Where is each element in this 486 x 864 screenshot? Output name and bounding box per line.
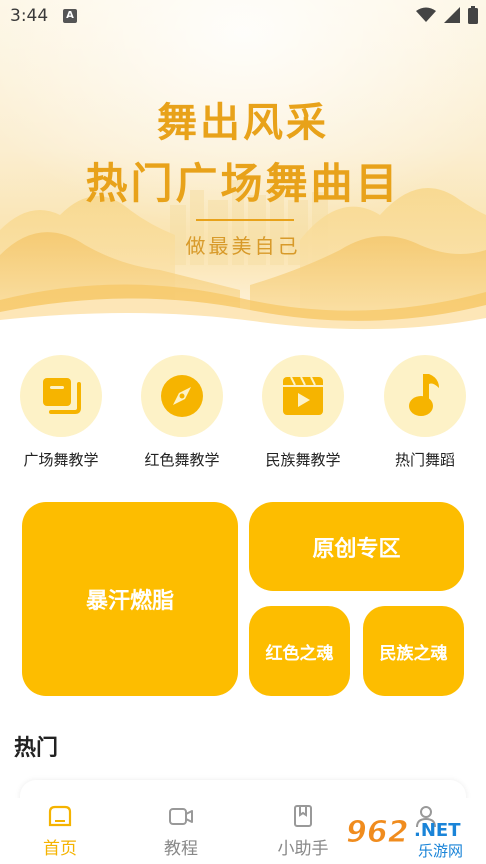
status-time: 3:44 — [10, 6, 49, 26]
app-screen: 舞出风采 热门广场舞曲目 做最美自己 3:44 A 广场舞教学 红色舞教学 民族… — [0, 0, 486, 864]
compass-icon — [161, 375, 203, 417]
nav-label-home: 首页 — [43, 839, 77, 859]
category-square-dance[interactable]: 广场舞教学 — [6, 355, 116, 470]
category-icon-circle — [141, 355, 223, 437]
category-label: 红色舞教学 — [144, 451, 220, 469]
nav-label-tutorial: 教程 — [164, 839, 198, 859]
category-ethnic-dance[interactable]: 民族舞教学 — [248, 355, 358, 470]
svg-text:乐游网: 乐游网 — [418, 842, 463, 860]
svg-text:962: 962 — [346, 815, 409, 850]
nav-assistant[interactable]: 小助手 — [263, 804, 343, 859]
nav-home[interactable]: 首页 — [20, 804, 100, 859]
home-icon — [48, 805, 72, 827]
banner-title-line2: 热门广场舞曲目 — [85, 159, 401, 208]
bookmark-icon — [294, 805, 312, 827]
banner-title-line1: 舞出风采 — [157, 100, 329, 146]
category-hot-dance[interactable]: 热门舞蹈 — [370, 355, 480, 470]
category-label: 民族舞教学 — [265, 451, 341, 469]
nav-label-assistant: 小助手 — [277, 839, 329, 859]
category-label: 热门舞蹈 — [394, 451, 455, 469]
banner-subtitle: 做最美自己 — [185, 234, 301, 258]
hero-banner[interactable]: 舞出风采 热门广场舞曲目 做最美自己 — [0, 0, 486, 330]
category-icon-circle — [262, 355, 344, 437]
svg-text:.NET: .NET — [414, 820, 461, 841]
copy-icon — [43, 378, 81, 414]
status-bar: 3:44 A — [0, 0, 486, 34]
category-icon-circle — [20, 355, 102, 437]
notification-icon: A — [63, 9, 77, 23]
site-watermark-logo: 962 .NET 乐游网 — [346, 815, 464, 861]
category-icon-circle — [384, 355, 466, 437]
tile-red-soul[interactable]: 红色之魂 — [249, 606, 350, 696]
category-label: 广场舞教学 — [23, 451, 99, 469]
category-row: 广场舞教学 红色舞教学 民族舞教学 热门舞蹈 — [0, 355, 486, 475]
nav-tutorial[interactable]: 教程 — [141, 804, 221, 859]
battery-icon — [468, 6, 478, 24]
tile-original-zone[interactable]: 原创专区 — [249, 502, 464, 591]
category-red-dance[interactable]: 红色舞教学 — [127, 355, 237, 470]
hot-section-title: 热门 — [14, 736, 59, 761]
banner-divider — [196, 219, 294, 221]
signal-icon — [444, 7, 460, 23]
tile-fat-burning[interactable]: 暴汗燃脂 — [22, 502, 238, 696]
music-note-icon — [409, 374, 439, 416]
video-camera-icon — [169, 808, 193, 825]
video-icon — [283, 376, 323, 415]
wifi-icon — [416, 7, 436, 22]
tile-ethnic-soul[interactable]: 民族之魂 — [363, 606, 464, 696]
